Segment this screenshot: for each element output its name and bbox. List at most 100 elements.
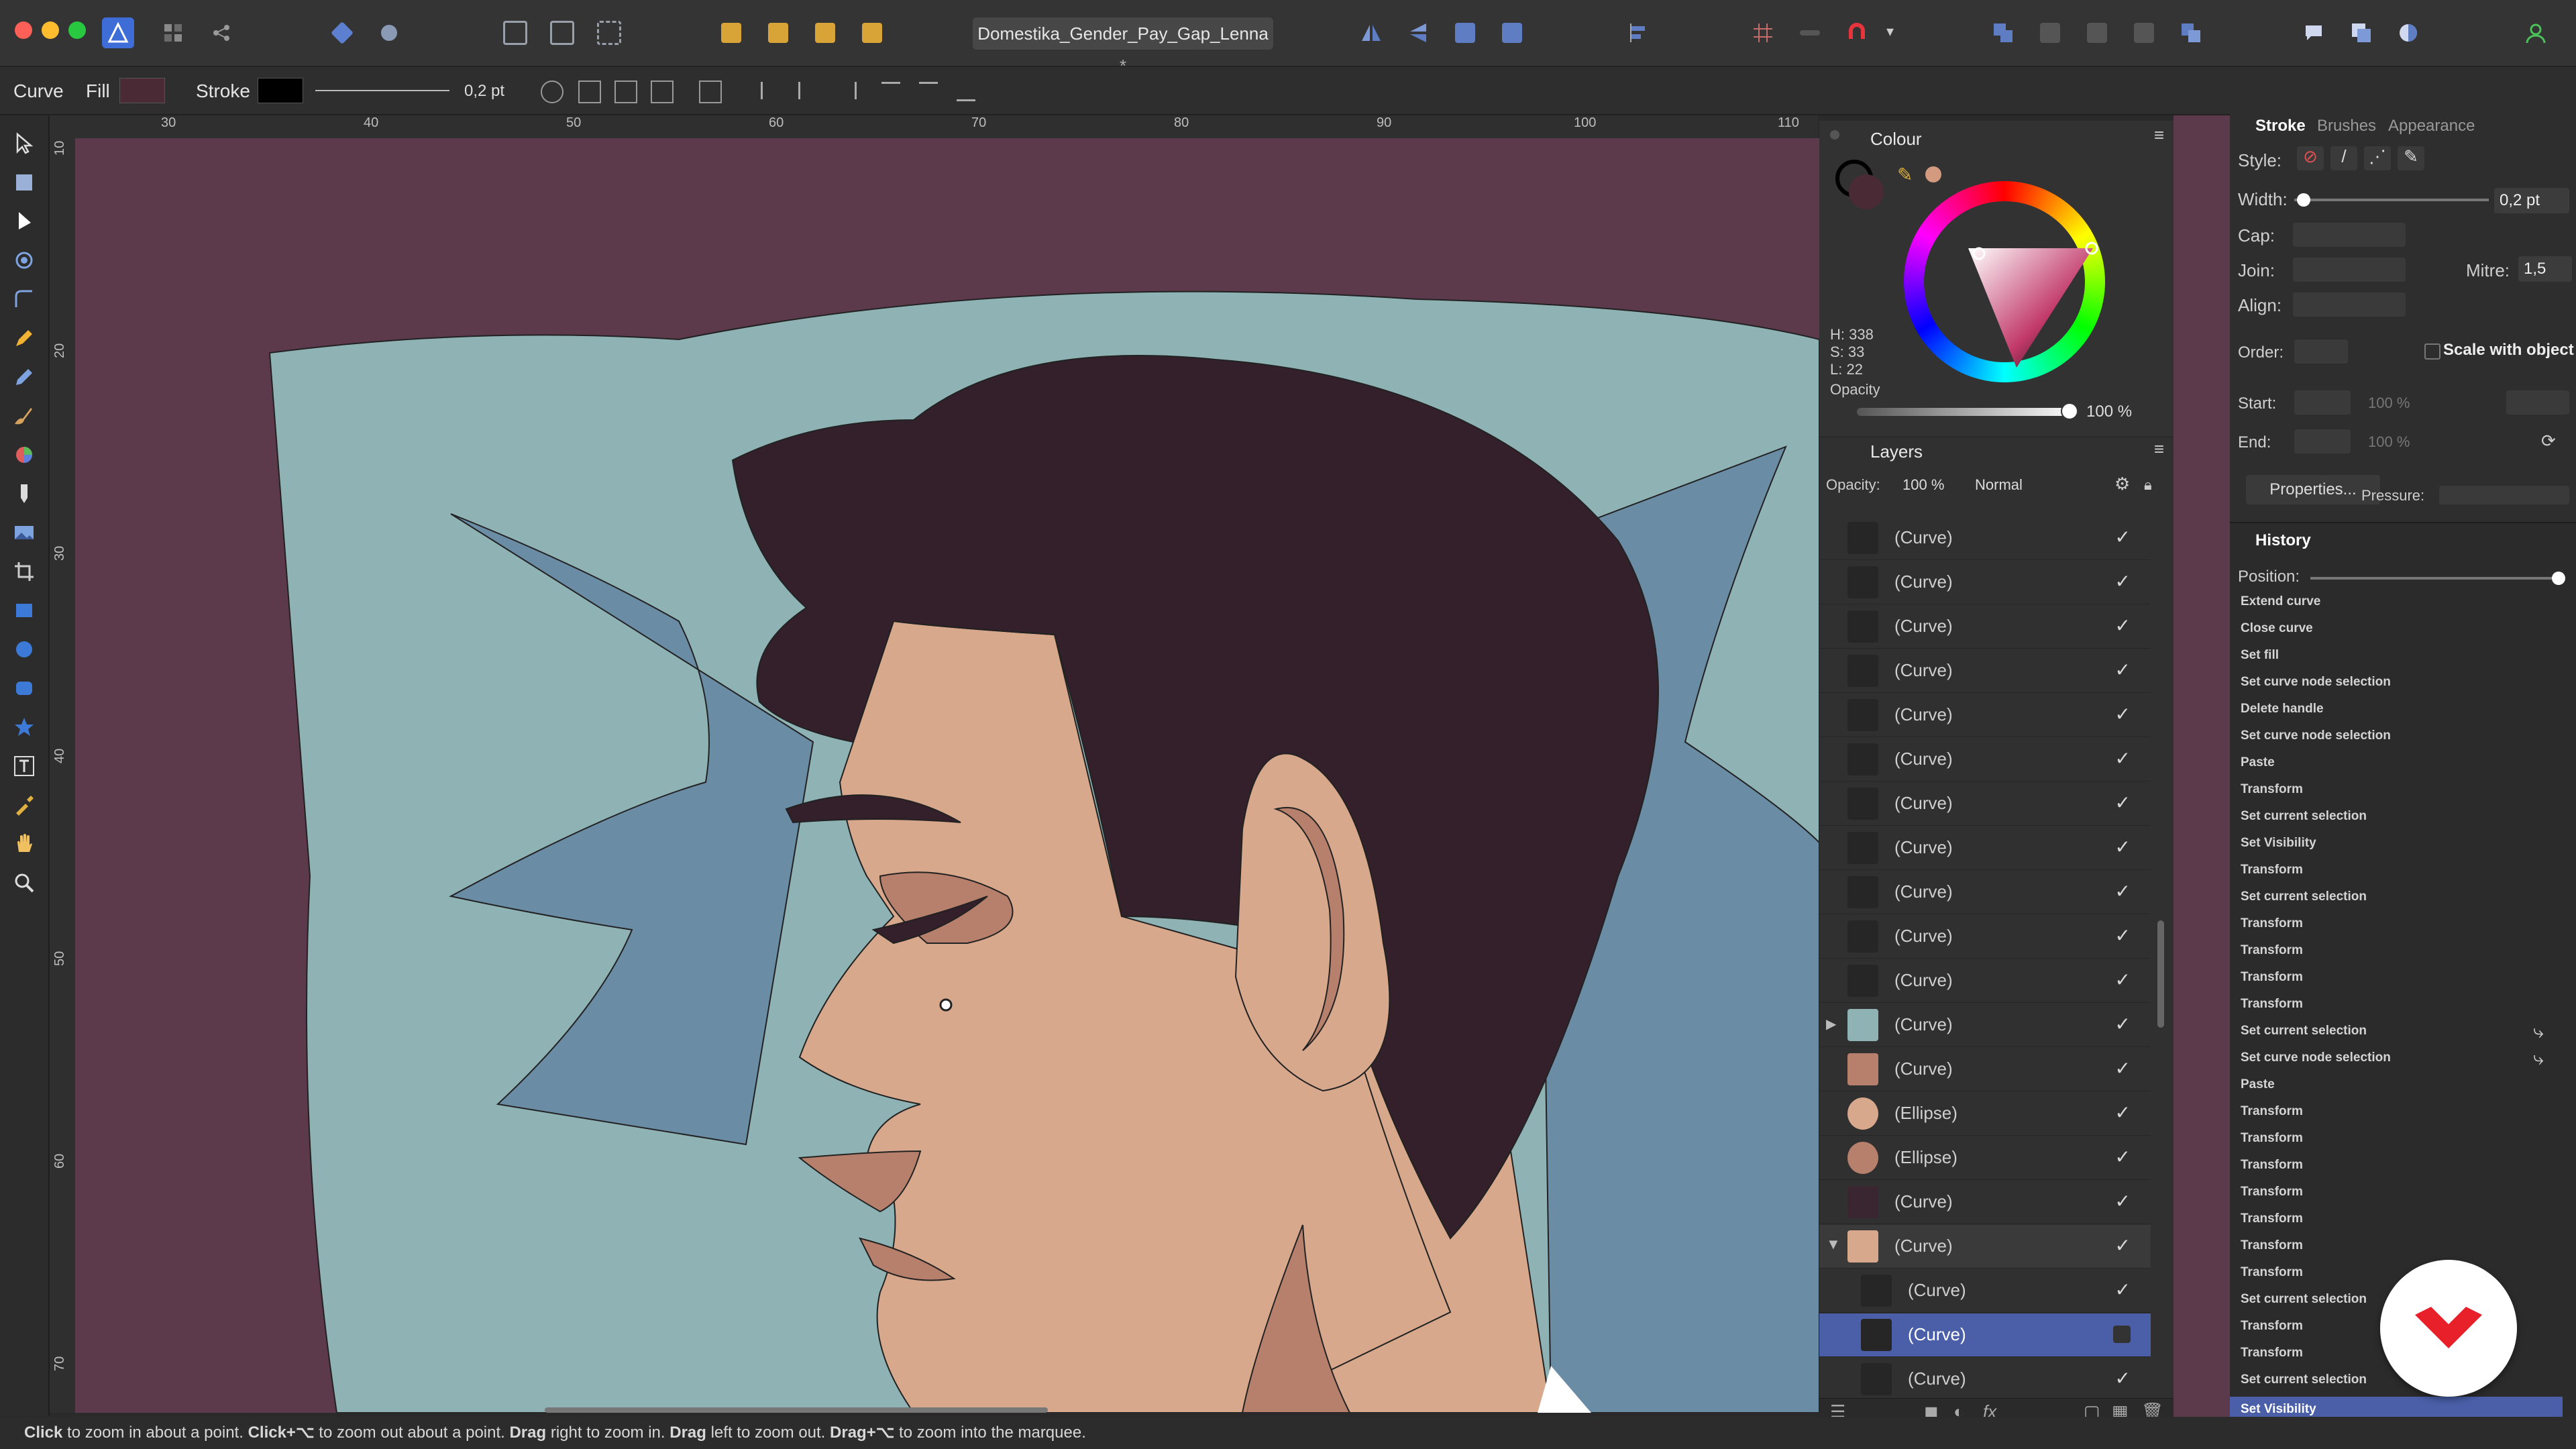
swap-arrowheads-icon[interactable]: ⟳ [2541, 431, 2556, 451]
mitre-value-field[interactable]: 1,5 [2518, 256, 2572, 282]
tab-stroke[interactable]: Stroke [2255, 117, 2306, 136]
opacity-slider[interactable] [1857, 408, 2078, 416]
end-arrowhead-select[interactable] [2294, 429, 2351, 453]
grid-icon[interactable] [1747, 17, 1779, 48]
tab-brushes[interactable]: Brushes [2317, 117, 2376, 136]
pencil-tool-icon[interactable] [9, 362, 39, 392]
visibility-check[interactable]: ✓ [2115, 570, 2131, 592]
opacity-slider-handle[interactable] [2061, 402, 2078, 420]
user-account-icon[interactable] [2520, 17, 2552, 48]
visibility-check[interactable]: ✓ [2115, 836, 2131, 858]
history-item-selected[interactable]: Set Visibility [2230, 1397, 2563, 1418]
insert-top-icon[interactable] [2392, 17, 2424, 48]
bounding-box-icon[interactable] [546, 17, 578, 48]
dashed-stroke-icon[interactable]: ⋰ [2364, 146, 2391, 170]
stroke-swatch[interactable] [258, 78, 303, 103]
visibility-check[interactable]: ✓ [2115, 1057, 2131, 1079]
chevron-down-icon[interactable]: ▾ [1886, 23, 1894, 40]
tab-appearance[interactable]: Appearance [2388, 117, 2475, 136]
arrowhead-position-buttons[interactable] [2506, 390, 2569, 415]
history-item[interactable]: Transform [2241, 943, 2303, 958]
history-item[interactable]: Set current selection [2241, 1373, 2367, 1387]
history-item[interactable]: Delete handle [2241, 702, 2324, 716]
layer-row[interactable]: (Curve) ✓ [1819, 649, 2151, 693]
vector-brush-tool-icon[interactable] [9, 401, 39, 431]
history-item[interactable]: Set current selection [2241, 890, 2367, 904]
start-scale-value[interactable]: 100 % [2368, 394, 2410, 412]
show-handles-icon[interactable] [578, 80, 601, 103]
colour-picker-tool-icon[interactable] [9, 790, 39, 820]
designer-persona-icon[interactable] [102, 17, 134, 48]
stroke-width-value[interactable]: 0,2 pt [464, 82, 504, 101]
history-item[interactable]: Set current selection [2241, 809, 2367, 824]
horizontal-ruler[interactable]: 30 40 50 60 70 80 90 100 110 [50, 115, 1818, 139]
horizontal-scrollbar[interactable] [545, 1407, 1048, 1413]
close-window-button[interactable] [15, 21, 32, 39]
layer-row[interactable]: (Curve) ✓ [1819, 782, 2151, 826]
visibility-check[interactable]: ✓ [2115, 1013, 2131, 1035]
no-stroke-icon[interactable]: ⊘ [2297, 146, 2324, 170]
node-tool-icon[interactable] [9, 207, 39, 236]
history-item[interactable]: Transform [2241, 997, 2303, 1012]
visibility-check[interactable]: ✓ [2115, 1102, 2131, 1124]
history-item[interactable]: Close curve [2241, 621, 2313, 636]
visibility-check[interactable]: ✓ [2115, 924, 2131, 947]
pixel-persona-icon[interactable] [157, 17, 189, 48]
layer-row[interactable]: (Curve) ✓ [1819, 738, 2151, 782]
layer-row[interactable]: (Ellipse) ✓ [1819, 1092, 2151, 1136]
history-item[interactable]: Set curve node selection [2241, 675, 2391, 690]
history-item[interactable]: Transform [2241, 1212, 2303, 1226]
flip-vertical-icon[interactable] [1402, 17, 1434, 48]
fill-swatch[interactable] [119, 78, 165, 103]
history-item[interactable]: Extend curve [2241, 594, 2320, 609]
document-canvas[interactable] [75, 138, 1819, 1413]
visibility-check[interactable]: ✓ [2115, 747, 2131, 769]
layer-row[interactable]: (Curve) ✓ [1819, 561, 2151, 604]
history-item[interactable]: Paste [2241, 755, 2275, 770]
history-position-slider[interactable] [2310, 577, 2561, 580]
illustration[interactable] [75, 138, 1819, 1413]
expand-triangle-icon[interactable]: ▶ [1826, 1016, 1836, 1032]
history-item[interactable]: Set fill [2241, 648, 2279, 663]
cap-buttons[interactable] [2293, 223, 2406, 247]
zoom-tool-icon[interactable] [9, 868, 39, 898]
join-buttons[interactable] [2293, 258, 2406, 282]
corner-tool-icon[interactable] [9, 284, 39, 314]
boolean-add-icon[interactable] [1987, 17, 2019, 48]
move-tool-icon[interactable] [9, 129, 39, 158]
arrange-back-icon[interactable] [715, 17, 747, 48]
layer-row[interactable]: (Ellipse) ✓ [1819, 1136, 2151, 1180]
layer-opacity-value[interactable]: 100 % [1902, 476, 1944, 494]
panel-menu-icon[interactable]: ≡ [2154, 125, 2164, 146]
layer-row[interactable]: (Curve) ✓ [1819, 517, 2151, 560]
recent-colour-swatch[interactable] [1925, 166, 1941, 182]
fill-tool-icon[interactable] [9, 440, 39, 470]
guides-icon[interactable] [1794, 17, 1826, 48]
layer-row[interactable]: (Curve) ✓ [1819, 915, 2151, 959]
stroke-width-slider[interactable] [315, 90, 449, 91]
history-item[interactable]: Transform [2241, 1346, 2303, 1360]
layer-row[interactable]: ▼ (Curve) ✓ [1819, 1225, 2151, 1269]
history-item[interactable]: Transform [2241, 1265, 2303, 1280]
visibility-checkbox[interactable] [2113, 1326, 2131, 1343]
visibility-check[interactable]: ✓ [2115, 1190, 2131, 1212]
blend-mode-select[interactable]: Normal [1975, 476, 2023, 494]
hand-tool-icon[interactable] [9, 829, 39, 859]
history-item[interactable]: Transform [2241, 970, 2303, 985]
layer-row[interactable]: (Curve) ✓ [1819, 1269, 2151, 1313]
width-slider-handle[interactable] [2297, 193, 2310, 207]
layer-row[interactable]: (Curve) ✓ [1819, 1358, 2151, 1395]
boolean-xor-icon[interactable] [2128, 17, 2160, 48]
layer-row[interactable]: (Curve) ✓ [1819, 605, 2151, 649]
history-item[interactable]: Transform [2241, 1131, 2303, 1146]
layer-row[interactable]: (Curve) ✓ [1819, 1048, 2151, 1091]
order-buttons[interactable] [2294, 339, 2348, 364]
history-item[interactable]: Transform [2241, 1158, 2303, 1173]
layers-scrollbar[interactable] [2157, 920, 2164, 1028]
align-left-icon[interactable] [761, 82, 782, 99]
convert-icon[interactable] [651, 80, 674, 103]
history-item[interactable]: Transform [2241, 1104, 2303, 1119]
rotate-left-icon[interactable] [1449, 17, 1481, 48]
rounded-rectangle-tool-icon[interactable] [9, 674, 39, 703]
visibility-check[interactable]: ✓ [2115, 1279, 2131, 1301]
